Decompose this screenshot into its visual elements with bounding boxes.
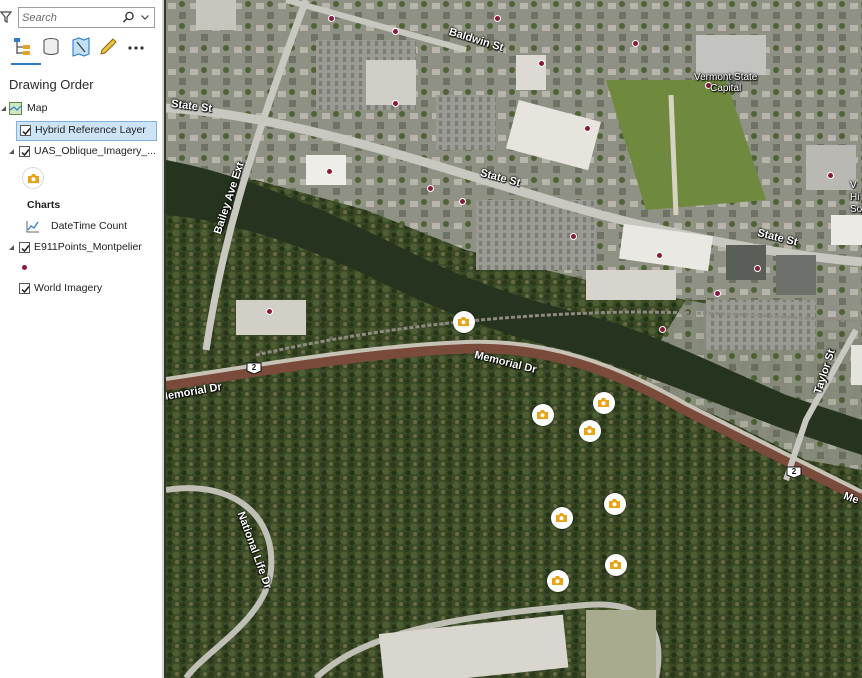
landmark-label: Vermont State Capital	[694, 72, 758, 94]
map-icon	[9, 102, 22, 115]
landmark-label: V Hi Soci	[850, 180, 862, 215]
camera-icon	[458, 317, 469, 326]
e911-point[interactable]	[494, 15, 501, 22]
list-by-drawing-order-icon[interactable]	[12, 37, 32, 57]
more-options-icon[interactable]	[126, 37, 146, 57]
pane-heading: Drawing Order	[9, 77, 94, 92]
e911-point[interactable]	[714, 290, 721, 297]
e911-point[interactable]	[392, 28, 399, 35]
camera-icon	[537, 410, 548, 419]
search-box[interactable]	[18, 7, 155, 28]
uas-image-marker[interactable]	[453, 311, 475, 333]
route-shield: 2	[786, 466, 802, 479]
e911-point[interactable]	[656, 252, 663, 259]
map-label: Map	[27, 102, 48, 114]
route-number: 2	[251, 363, 257, 372]
camera-icon	[552, 576, 563, 585]
list-by-editing-icon[interactable]	[98, 37, 118, 57]
uas-image-marker[interactable]	[547, 570, 569, 592]
layer-label: E911Points_Montpelier	[34, 241, 142, 253]
uas-image-marker[interactable]	[551, 507, 573, 529]
camera-icon	[584, 426, 595, 435]
layer-visibility-checkbox[interactable]	[19, 283, 30, 294]
map-view[interactable]: Baldwin St State St State St State St Ba…	[166, 0, 862, 678]
chart-item-datetime-count[interactable]: DateTime Count	[26, 217, 160, 237]
layer-label: UAS_Oblique_Imagery_...	[34, 145, 156, 157]
layer-item-uas-oblique-imagery[interactable]: UAS_Oblique_Imagery_...	[0, 142, 160, 162]
e911-point[interactable]	[632, 40, 639, 47]
e911-point[interactable]	[584, 125, 591, 132]
route-shield: 2	[246, 362, 262, 375]
filter-icon[interactable]	[0, 10, 14, 24]
layer-visibility-checkbox[interactable]	[19, 146, 30, 157]
e911-point[interactable]	[538, 60, 545, 67]
active-tab-indicator	[11, 63, 41, 65]
camera-icon	[598, 398, 609, 407]
point-symbol-icon[interactable]	[22, 265, 27, 270]
charts-heading: Charts	[27, 199, 61, 211]
search-input[interactable]	[22, 10, 117, 25]
e911-point[interactable]	[459, 198, 466, 205]
uas-image-marker[interactable]	[579, 420, 601, 442]
layer-label: World Imagery	[34, 282, 103, 294]
expand-caret-icon[interactable]	[8, 244, 15, 251]
map-tree-item[interactable]: Map	[0, 99, 160, 119]
uas-image-marker[interactable]	[593, 392, 615, 414]
camera-icon	[610, 560, 621, 569]
e911-point[interactable]	[392, 100, 399, 107]
list-by-data-source-icon[interactable]	[41, 37, 61, 57]
expand-caret-icon[interactable]	[0, 105, 7, 112]
layer-item-e911-points[interactable]: E911Points_Montpelier	[0, 238, 160, 258]
chart-label: DateTime Count	[51, 220, 128, 232]
layer-visibility-checkbox[interactable]	[19, 242, 30, 253]
chevron-down-icon[interactable]	[140, 12, 150, 22]
e911-point[interactable]	[266, 308, 273, 315]
uas-image-marker[interactable]	[604, 493, 626, 515]
contents-pane: Drawing Order Map Hybrid Reference Layer…	[0, 0, 164, 678]
e911-point[interactable]	[754, 265, 761, 272]
layer-symbol[interactable]	[22, 167, 44, 189]
camera-icon	[556, 513, 567, 522]
e911-point[interactable]	[827, 172, 834, 179]
uas-image-marker[interactable]	[532, 404, 554, 426]
uas-image-marker[interactable]	[605, 554, 627, 576]
layer-item-hybrid-reference[interactable]: Hybrid Reference Layer	[16, 121, 157, 141]
e911-point[interactable]	[659, 326, 666, 333]
camera-icon	[609, 499, 620, 508]
layer-item-world-imagery[interactable]: World Imagery	[0, 279, 160, 299]
e911-point[interactable]	[427, 185, 434, 192]
expand-caret-icon[interactable]	[8, 148, 15, 155]
e911-point[interactable]	[328, 15, 335, 22]
search-icon[interactable]	[122, 11, 135, 24]
line-chart-icon	[26, 221, 39, 233]
e911-point[interactable]	[570, 233, 577, 240]
camera-icon	[28, 174, 39, 183]
e911-point[interactable]	[326, 168, 333, 175]
list-by-selection-icon[interactable]	[71, 37, 91, 57]
layer-visibility-checkbox[interactable]	[20, 125, 31, 136]
layer-label: Hybrid Reference Layer	[35, 124, 146, 136]
route-number: 2	[791, 467, 797, 476]
